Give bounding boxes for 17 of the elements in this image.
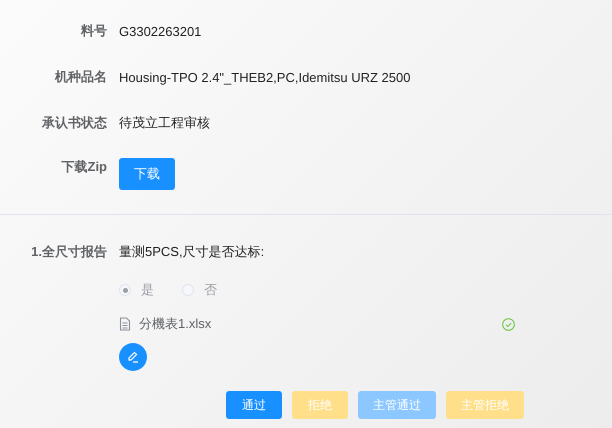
file-name[interactable]: 分機表1.xlsx (139, 315, 494, 333)
field-label: 机种品名 (54, 68, 108, 86)
download-button[interactable]: 下载 (119, 158, 175, 190)
section-label: 1.全尺寸报告 (30, 243, 108, 261)
field-label: 料号 (80, 22, 108, 40)
radio-label: 否 (204, 281, 217, 299)
action-button[interactable]: 通过 (226, 391, 282, 419)
field-value: 待茂立工程审核 (119, 114, 210, 132)
field-label: 下载Zip (60, 158, 108, 176)
document-icon (119, 317, 131, 331)
field-value: Housing-TPO 2.4"_THEB2,PC,Idemitsu URZ 2500 (119, 70, 410, 84)
field-label: 承认书状态 (40, 114, 108, 132)
pencil-icon (126, 350, 140, 364)
edit-button[interactable] (119, 343, 147, 371)
radio-label: 是 (141, 281, 154, 299)
question-text: 量测5PCS,尺寸是否达标: (119, 243, 266, 261)
field-value: G3302263201 (119, 24, 202, 38)
